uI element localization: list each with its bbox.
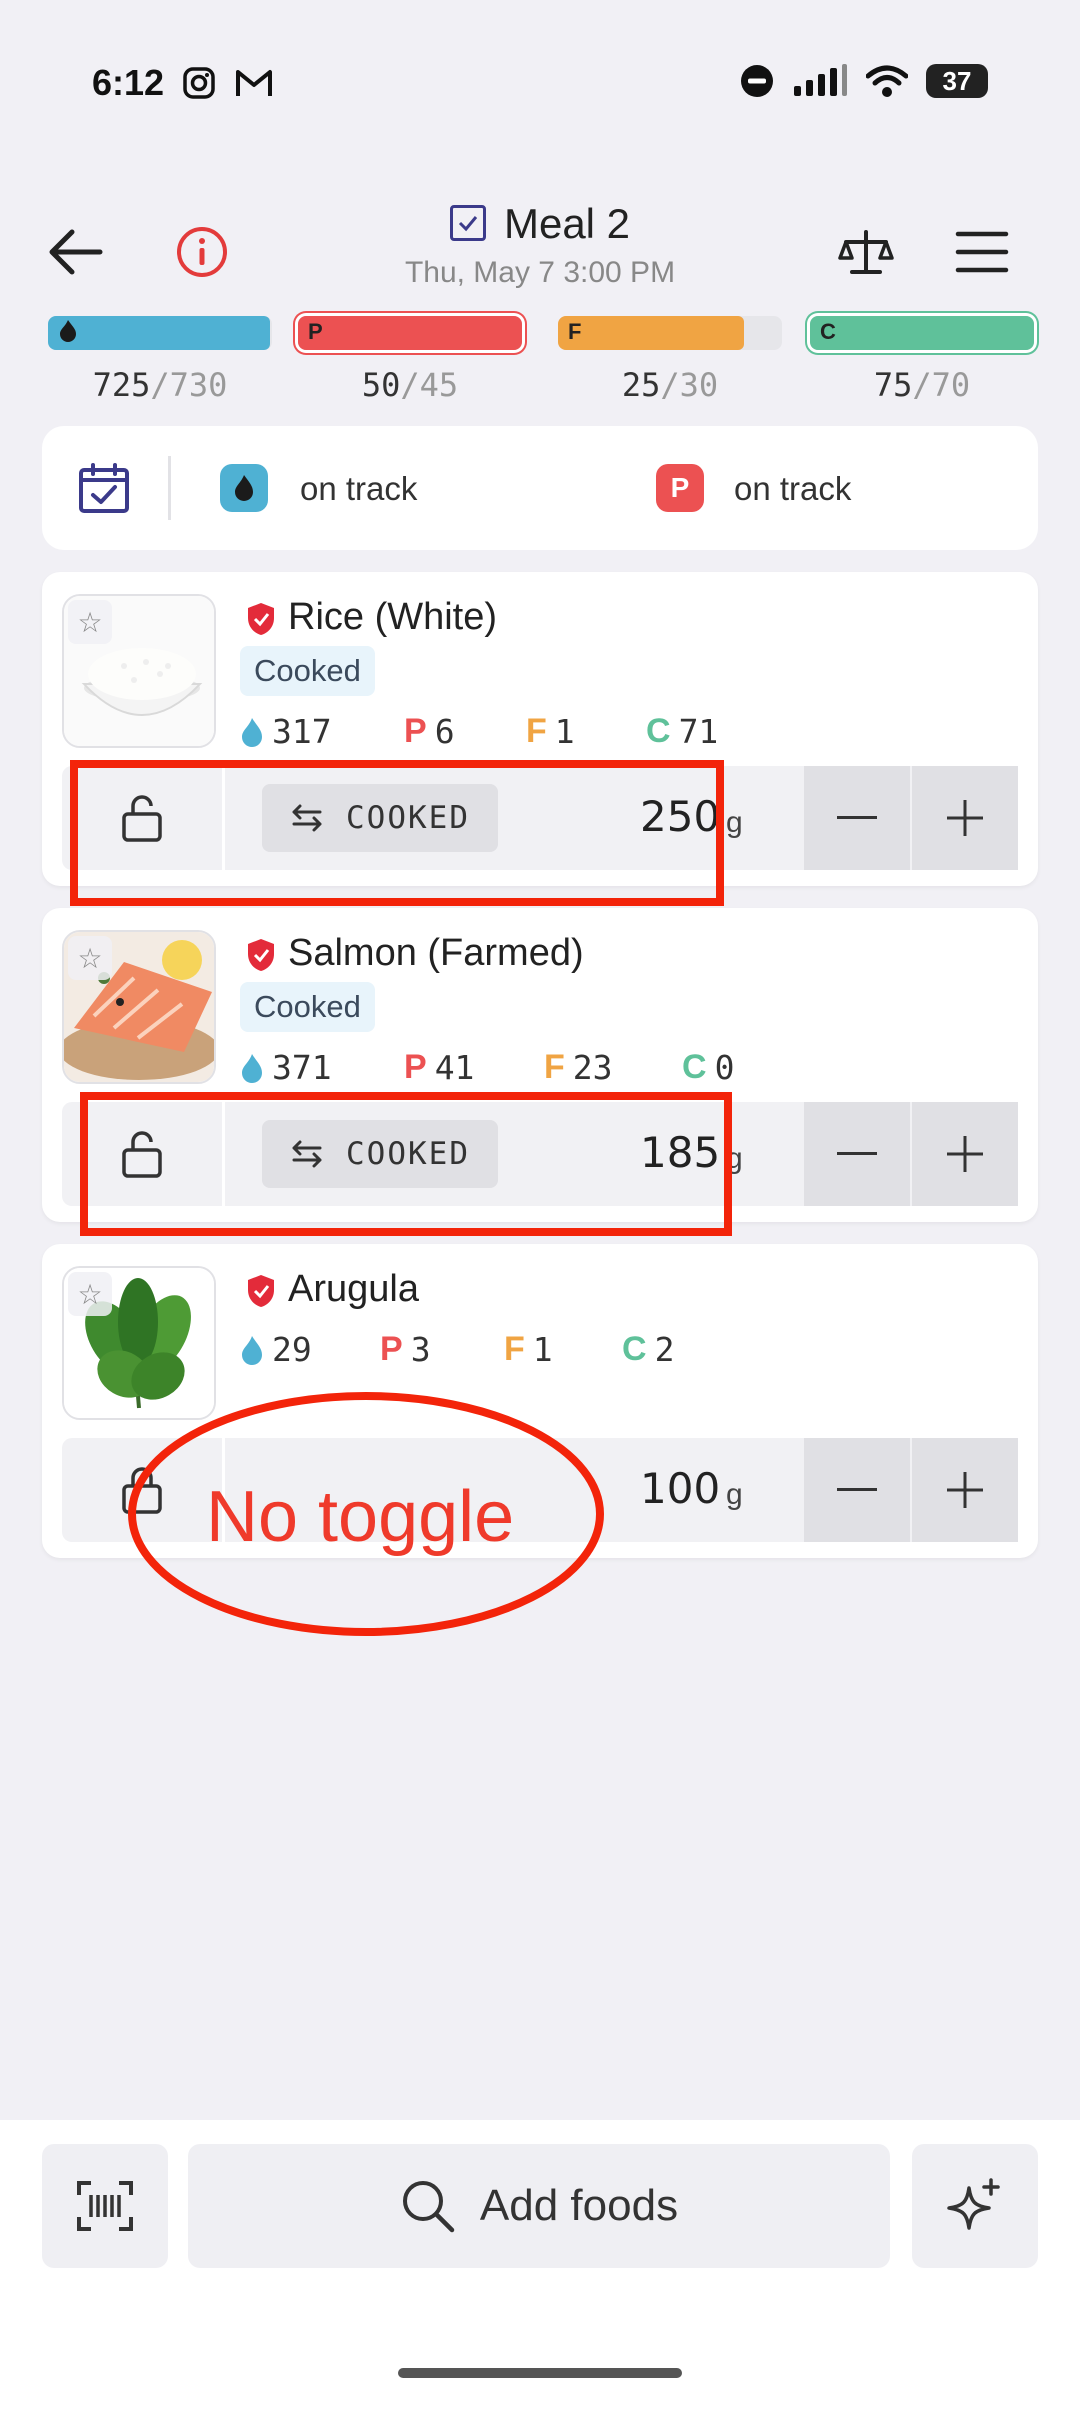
macro-fill bbox=[558, 316, 744, 350]
fat-value: F 23 bbox=[544, 1048, 613, 1087]
battery-indicator: 37 bbox=[926, 64, 988, 98]
increase-button[interactable] bbox=[910, 1102, 1018, 1206]
macro-protein: P 50/45 bbox=[298, 316, 522, 404]
status-time: 6:12 bbox=[92, 62, 165, 103]
macro-letter: F bbox=[568, 319, 582, 344]
add-foods-label: Add foods bbox=[479, 2181, 679, 2230]
macro-fill bbox=[298, 316, 522, 350]
scale-button[interactable] bbox=[838, 224, 894, 280]
annotation-text: No toggle bbox=[206, 1477, 515, 1557]
ai-sparkle-button[interactable] bbox=[912, 2144, 1038, 2268]
macro-value: 725/730 bbox=[92, 366, 228, 404]
gmail-icon bbox=[236, 70, 272, 96]
calendar-check-icon bbox=[79, 463, 129, 513]
calories-value: 317 bbox=[240, 712, 332, 751]
flame-icon bbox=[58, 319, 78, 349]
home-indicator[interactable] bbox=[398, 2368, 682, 2378]
calories-value: 371 bbox=[240, 1048, 332, 1087]
minus-icon bbox=[837, 1152, 877, 1155]
meal-datetime: Thu, May 7 3:00 PM bbox=[404, 256, 676, 289]
increase-button[interactable] bbox=[910, 766, 1018, 870]
unit-label: g bbox=[726, 806, 743, 839]
fat-value: F1 bbox=[504, 1330, 553, 1369]
macro-fill bbox=[810, 316, 1034, 350]
carbs-value: C 71 bbox=[646, 712, 719, 751]
protein-value: P6 bbox=[404, 712, 455, 751]
annotation-rectangle bbox=[80, 1092, 732, 1236]
food-image-rice: ☆ bbox=[62, 594, 216, 748]
minus-icon bbox=[837, 816, 877, 819]
instagram-icon bbox=[183, 67, 215, 99]
macro-bar: P bbox=[298, 316, 522, 350]
barcode-scan-button[interactable] bbox=[42, 2144, 168, 2268]
food-name: Arugula bbox=[288, 1268, 419, 1310]
cooked-tag: Cooked bbox=[240, 982, 375, 1032]
plus-icon bbox=[947, 1136, 983, 1172]
verified-shield-icon bbox=[248, 603, 274, 635]
divider bbox=[168, 456, 171, 520]
status-left-icons bbox=[182, 66, 274, 100]
verified-shield-icon bbox=[248, 1275, 274, 1307]
hamburger-menu-icon bbox=[955, 231, 1009, 273]
menu-button[interactable] bbox=[954, 228, 1010, 276]
verified-shield-icon bbox=[248, 939, 274, 971]
add-foods-button[interactable]: Add foods bbox=[188, 2144, 890, 2268]
decrease-button[interactable] bbox=[804, 1438, 910, 1542]
signal-icon bbox=[794, 64, 847, 96]
macro-bar: F bbox=[558, 316, 782, 350]
minus-icon bbox=[837, 1488, 877, 1491]
favorite-star-button[interactable]: ☆ bbox=[68, 1272, 112, 1316]
macro-fill bbox=[48, 316, 270, 350]
protein-status: on track bbox=[734, 470, 852, 507]
decrease-button[interactable] bbox=[804, 766, 910, 870]
favorite-star-button[interactable]: ☆ bbox=[68, 936, 112, 980]
protein-value: P 41 bbox=[404, 1048, 475, 1087]
sparkle-icon bbox=[947, 2178, 1000, 2230]
calorie-chip-icon bbox=[220, 464, 268, 512]
carbs-value: C0 bbox=[682, 1048, 735, 1087]
increase-button[interactable] bbox=[910, 1438, 1018, 1542]
macro-value: 25/30 bbox=[621, 366, 719, 404]
flame-icon bbox=[242, 1053, 262, 1083]
food-image-salmon: ☆ bbox=[62, 930, 216, 1084]
favorite-star-button[interactable]: ☆ bbox=[68, 600, 112, 644]
macro-bar bbox=[48, 316, 272, 350]
macro-letter: P bbox=[308, 319, 323, 344]
flame-icon bbox=[242, 1335, 262, 1365]
unit-label: g bbox=[726, 1478, 743, 1511]
search-icon bbox=[402, 2181, 455, 2233]
macro-value: 75/70 bbox=[873, 366, 971, 404]
macro-bar: C bbox=[810, 316, 1034, 350]
carbs-value: C2 bbox=[622, 1330, 675, 1369]
calendar-button[interactable] bbox=[78, 462, 130, 514]
calorie-status: on track bbox=[300, 470, 418, 507]
macro-carbs: C 75/70 bbox=[810, 316, 1034, 404]
protein-chip: P bbox=[656, 464, 704, 512]
scale-icon bbox=[838, 230, 894, 274]
status-right-icons: 37 bbox=[740, 64, 988, 98]
checkbox-icon bbox=[449, 204, 486, 241]
do-not-disturb-icon bbox=[741, 65, 773, 97]
annotation-rectangle bbox=[70, 760, 724, 906]
cooked-tag: Cooked bbox=[240, 646, 375, 696]
plus-icon bbox=[947, 1472, 983, 1508]
fat-value: F1 bbox=[526, 712, 575, 751]
flame-icon bbox=[242, 717, 262, 747]
calories-value: 29 bbox=[240, 1330, 312, 1369]
macro-fat: F 25/30 bbox=[558, 316, 782, 404]
tracking-status-card: on track P on track bbox=[42, 426, 1038, 550]
decrease-button[interactable] bbox=[804, 1102, 910, 1206]
macro-calories: 725/730 bbox=[48, 316, 272, 404]
plus-icon bbox=[947, 800, 983, 836]
food-name: Salmon (Farmed) bbox=[288, 932, 584, 974]
barcode-icon bbox=[77, 2181, 133, 2231]
food-name: Rice (White) bbox=[288, 596, 498, 638]
wifi-icon bbox=[866, 65, 908, 97]
macro-letter: C bbox=[820, 319, 836, 344]
meal-title: Meal 2 bbox=[503, 200, 631, 247]
amount-input[interactable]: 100 bbox=[640, 1464, 720, 1513]
macro-value: 50/45 bbox=[361, 366, 459, 404]
protein-value: P3 bbox=[380, 1330, 431, 1369]
page-title: Meal 2 bbox=[0, 200, 1080, 248]
